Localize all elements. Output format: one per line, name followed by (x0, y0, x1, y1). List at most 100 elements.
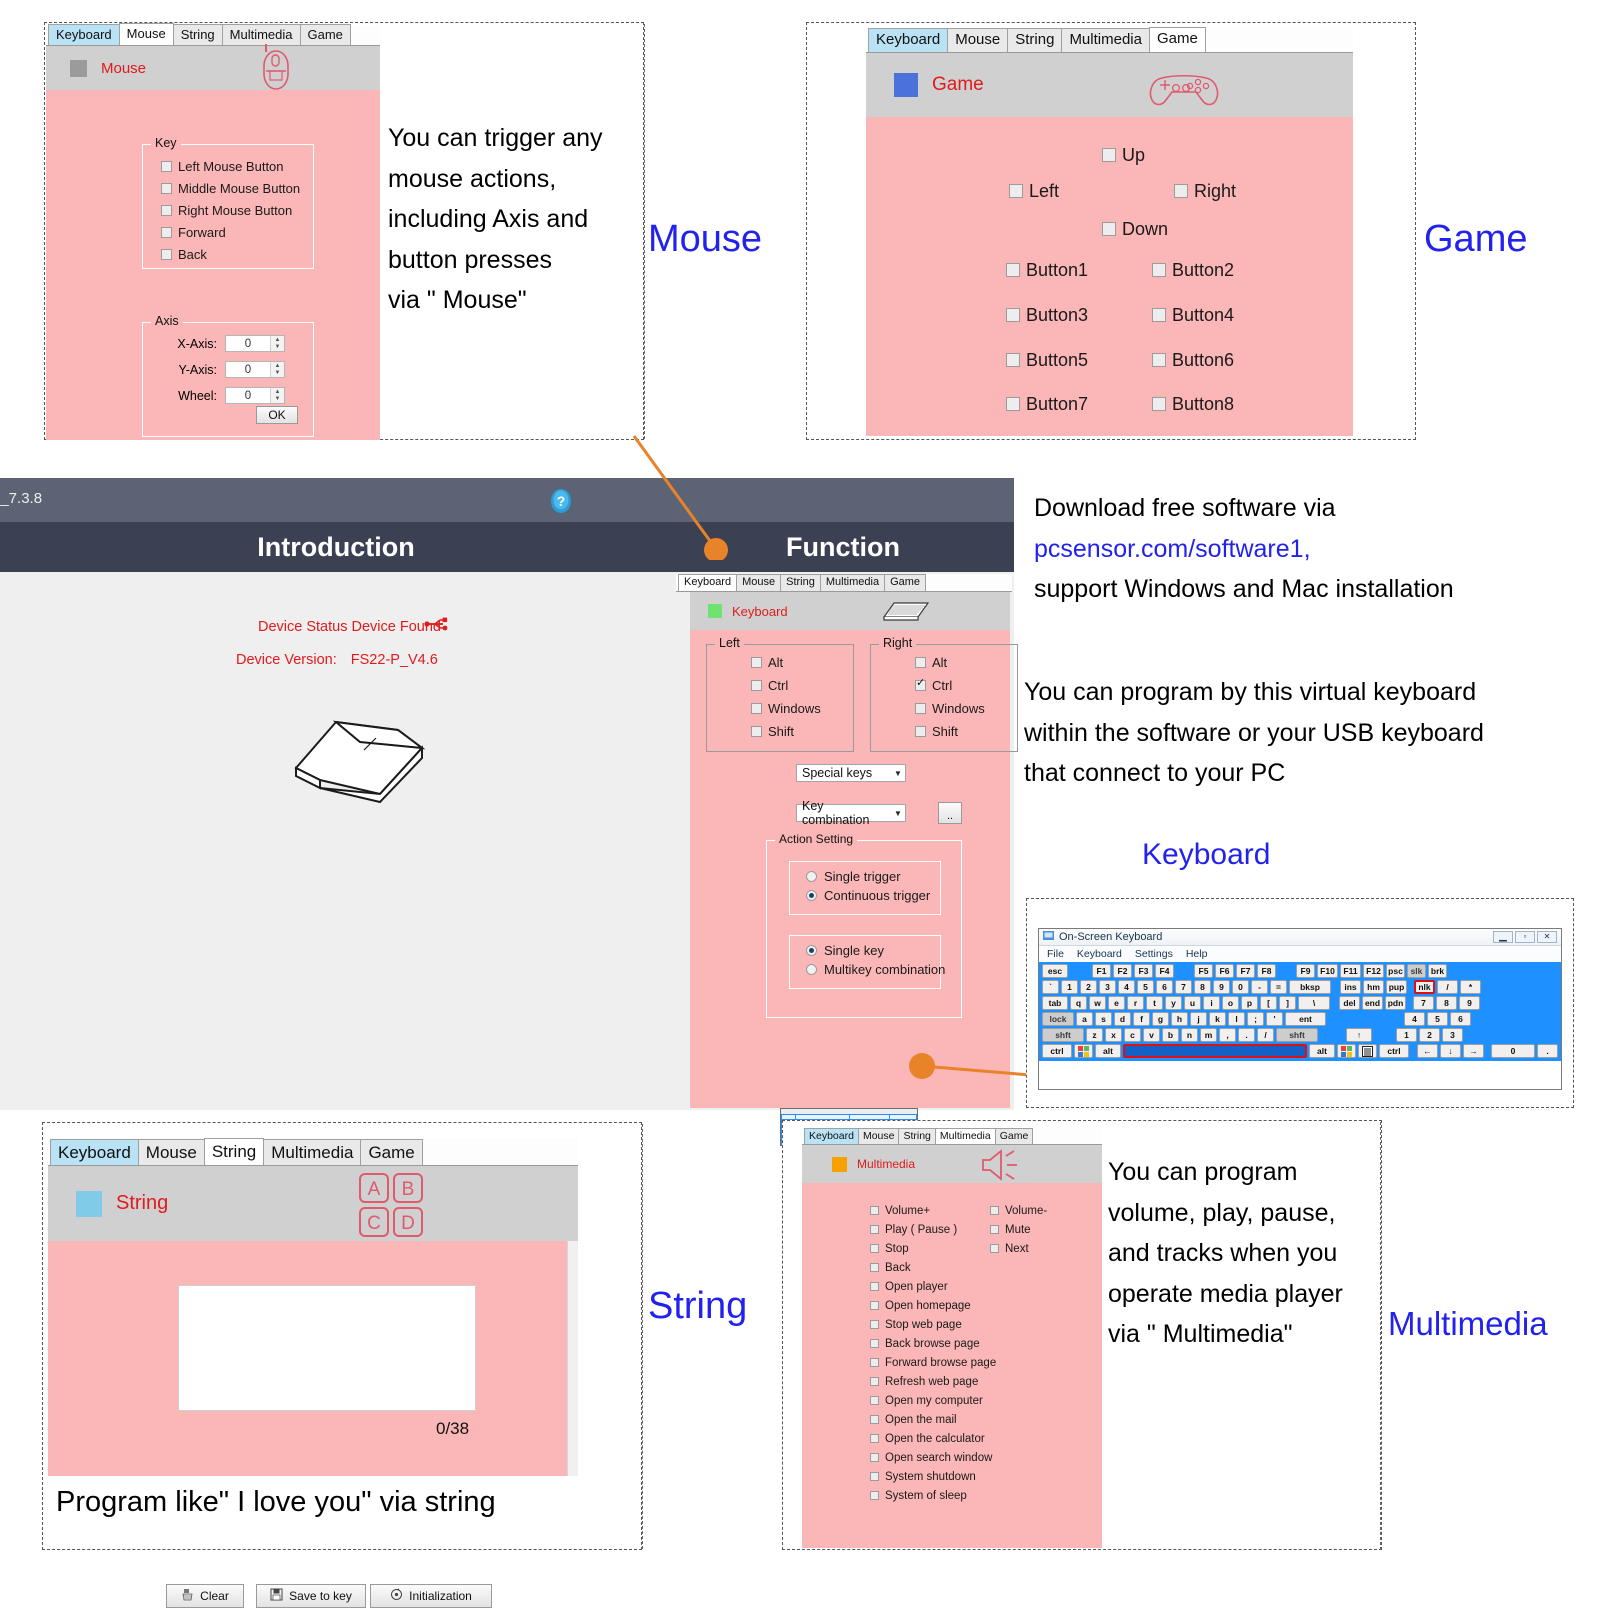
key-equals[interactable]: = (1270, 980, 1287, 994)
checkbox-box[interactable] (870, 1301, 879, 1310)
multimedia-tabstrip[interactable]: Keyboard Mouse String Multimedia Game (802, 1128, 1102, 1145)
tab-keyboard[interactable]: Keyboard (50, 1138, 139, 1165)
checkbox-box[interactable] (870, 1472, 879, 1481)
tab-keyboard[interactable]: Keyboard (48, 23, 120, 45)
tab-multimedia[interactable]: Multimedia (1061, 28, 1150, 52)
maximize-icon[interactable]: ▫ (1515, 931, 1535, 943)
key-arrow-down[interactable]: ↓ (1440, 1044, 1461, 1058)
tab-mouse[interactable]: Mouse (857, 1128, 900, 1144)
checkbox-forward-browse-page[interactable]: Forward browse page (870, 1357, 996, 1369)
tab-game[interactable]: Game (884, 574, 927, 591)
checkbox-box[interactable] (1006, 263, 1020, 277)
string-textarea[interactable] (178, 1285, 476, 1411)
initialization-button[interactable]: Initialization (370, 1584, 492, 1608)
key-9[interactable]: 9 (1213, 980, 1230, 994)
checkbox-box[interactable] (161, 161, 172, 172)
key-f3[interactable]: F3 (1134, 964, 1153, 978)
tab-game[interactable]: Game (1148, 27, 1206, 52)
key-f7[interactable]: F7 (1236, 964, 1255, 978)
radio-multikey-combination[interactable]: Multikey combination (806, 962, 945, 977)
tab-keyboard[interactable]: Keyboard (868, 28, 949, 52)
checkbox-box[interactable] (990, 1206, 999, 1215)
checkbox-box[interactable] (915, 726, 926, 737)
key-3[interactable]: 3 (1099, 980, 1116, 994)
tab-mouse[interactable]: Mouse (137, 1138, 205, 1165)
key-backtick[interactable]: ` (1042, 980, 1059, 994)
checkbox-open-homepage[interactable]: Open homepage (870, 1300, 996, 1312)
key-f9[interactable]: F9 (1296, 964, 1315, 978)
key-f6[interactable]: F6 (1215, 964, 1234, 978)
key-h[interactable]: h (1171, 1012, 1188, 1026)
radio-button[interactable] (806, 871, 817, 882)
checkbox-left-shift[interactable]: Shift (751, 724, 853, 739)
checkbox-box[interactable] (870, 1453, 879, 1462)
checkbox-box[interactable] (1152, 353, 1166, 367)
tab-string[interactable]: String (172, 23, 223, 45)
chevron-down-icon[interactable]: ▼ (891, 809, 905, 818)
key-space[interactable] (1123, 1044, 1307, 1058)
key-d[interactable]: d (1114, 1012, 1131, 1026)
checkbox-box[interactable] (870, 1225, 879, 1234)
key-e[interactable]: e (1108, 996, 1125, 1010)
tab-multimedia[interactable]: Multimedia (221, 23, 301, 45)
key-del[interactable]: del (1339, 996, 1360, 1010)
key-n[interactable]: n (1181, 1028, 1198, 1042)
checkbox-open-the-calculator[interactable]: Open the calculator (870, 1433, 996, 1445)
spinner-up-icon[interactable]: ▲ (271, 388, 284, 396)
menu-file[interactable]: File (1047, 948, 1064, 960)
checkbox-box[interactable] (870, 1206, 879, 1215)
checkbox-right-ctrl[interactable]: Ctrl (915, 676, 1017, 693)
key-1[interactable]: 1 (1061, 980, 1078, 994)
key-x[interactable]: x (1105, 1028, 1122, 1042)
checkbox-open-search-window[interactable]: Open search window (870, 1452, 996, 1464)
radio-single-key[interactable]: Single key (806, 943, 940, 958)
checkbox-button3[interactable]: Button3 (1006, 305, 1088, 326)
checkbox-box[interactable] (751, 680, 762, 691)
checkbox-left-mouse-button[interactable]: Left Mouse Button (161, 159, 313, 174)
spinner-up-icon[interactable]: ▲ (271, 362, 284, 370)
radio-button[interactable] (806, 964, 817, 975)
key-numpad-decimal[interactable]: . (1537, 1044, 1558, 1058)
checkbox-box[interactable] (1102, 148, 1116, 162)
key-right-windows-icon[interactable] (1337, 1044, 1356, 1058)
key-f5[interactable]: F5 (1194, 964, 1213, 978)
osk-row-shift[interactable]: shft z x c v b n m , . / shft ↑ 1 2 3 (1042, 1028, 1558, 1042)
key-f8[interactable]: F8 (1257, 964, 1276, 978)
key-enter[interactable]: ent (1285, 1012, 1326, 1026)
key-arrow-up[interactable]: ↑ (1346, 1028, 1372, 1042)
tab-keyboard[interactable]: Keyboard (804, 1128, 859, 1144)
key-comma[interactable]: , (1219, 1028, 1236, 1042)
checkbox-button5[interactable]: Button5 (1006, 350, 1088, 371)
checkbox-middle-mouse-button[interactable]: Middle Mouse Button (161, 181, 313, 196)
checkbox-volume-down[interactable]: Volume- (990, 1205, 1047, 1217)
checkbox-box[interactable] (1102, 222, 1116, 236)
checkbox-box[interactable] (915, 703, 926, 714)
key-numpad-2[interactable]: 2 (1419, 1028, 1440, 1042)
checkbox-left-alt[interactable]: Alt (751, 655, 853, 670)
tab-string[interactable]: String (898, 1128, 936, 1144)
checkbox-box[interactable] (990, 1244, 999, 1253)
checkbox-box[interactable] (161, 183, 172, 194)
checkbox-box[interactable] (1006, 353, 1020, 367)
checkbox-open-player[interactable]: Open player (870, 1281, 996, 1293)
spinner-up-icon[interactable]: ▲ (271, 336, 284, 344)
key-left-shift[interactable]: shft (1042, 1028, 1084, 1042)
spinner-x-axis[interactable]: 0 ▲ ▼ (225, 335, 285, 352)
checkbox-right-windows[interactable]: Windows (915, 701, 1017, 716)
key-period[interactable]: . (1238, 1028, 1255, 1042)
key-pup[interactable]: pup (1386, 980, 1407, 994)
key-k[interactable]: k (1209, 1012, 1226, 1026)
spinner-down-icon[interactable]: ▼ (271, 344, 284, 352)
tab-multimedia[interactable]: Multimedia (819, 574, 886, 591)
checkbox-button2[interactable]: Button2 (1152, 260, 1234, 281)
key-numpad-multiply[interactable]: * (1460, 980, 1481, 994)
key-ins[interactable]: ins (1340, 980, 1361, 994)
key-f12[interactable]: F12 (1363, 964, 1384, 978)
checkbox-left-windows[interactable]: Windows (751, 701, 853, 716)
function-tabstrip[interactable]: Keyboard Mouse String Multimedia Game (676, 574, 1012, 592)
radio-button[interactable] (806, 890, 817, 901)
checkbox-system-of-sleep[interactable]: System of sleep (870, 1490, 996, 1502)
checkbox-box[interactable] (751, 657, 762, 668)
spinner-arrows[interactable]: ▲ ▼ (270, 336, 284, 351)
checkbox-box[interactable] (870, 1434, 879, 1443)
